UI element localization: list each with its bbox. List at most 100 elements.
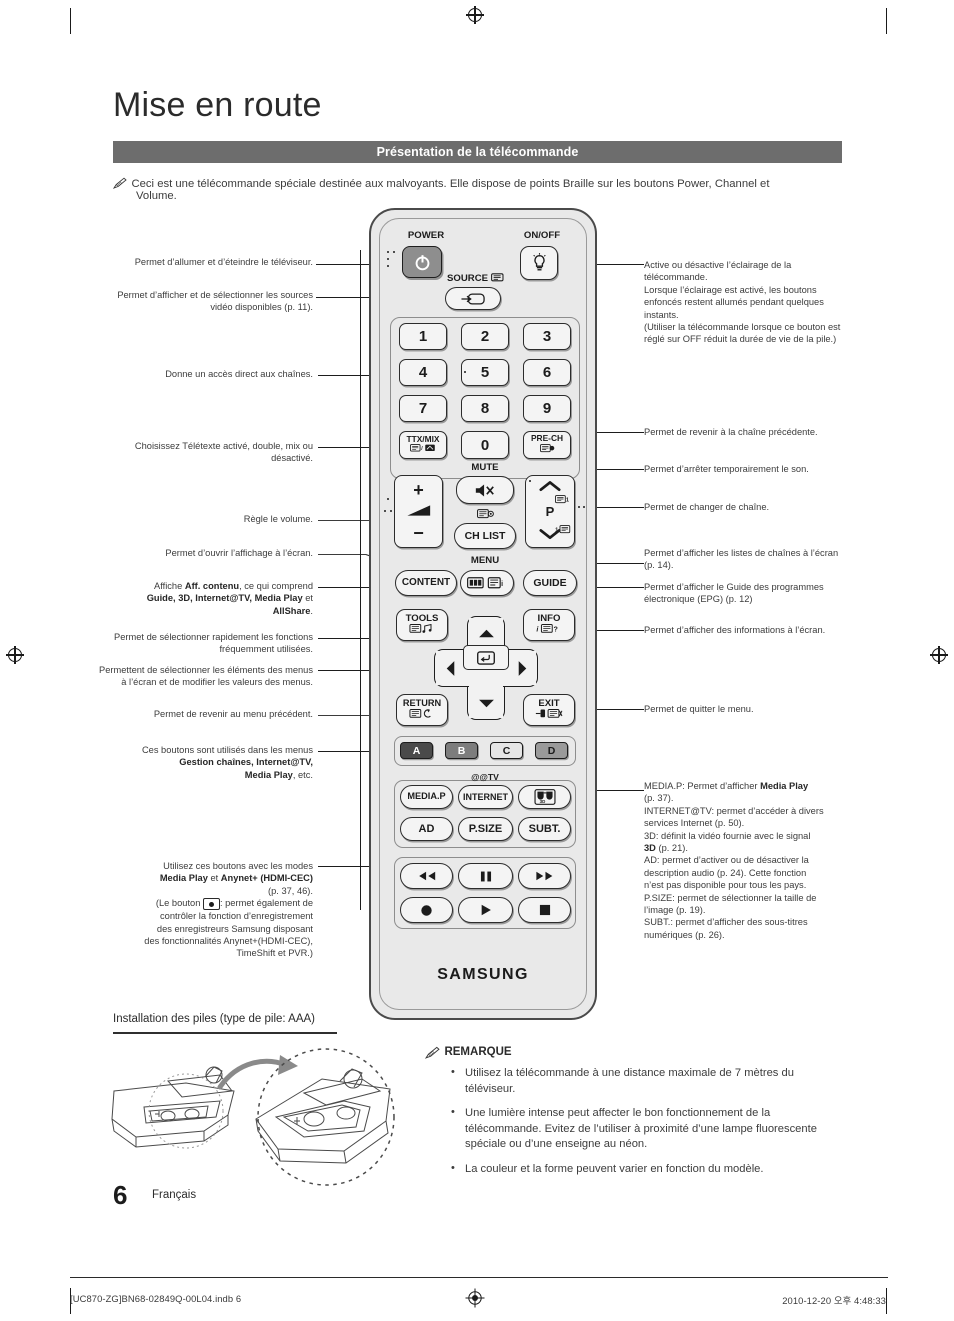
rewind-button[interactable] <box>400 863 453 889</box>
svg-text:?: ? <box>554 625 558 633</box>
rewind-icon <box>418 871 435 881</box>
guide-button[interactable]: GUIDE <box>523 570 577 596</box>
callout-content-g: . <box>310 605 313 616</box>
record-button[interactable] <box>400 897 453 923</box>
volume-up-label: + <box>413 480 424 500</box>
list-item: Une lumière intense peut affecter le bon… <box>447 1105 847 1153</box>
media-fn-8: n’est pas disponible pour tous les pays. <box>644 880 807 891</box>
key-7[interactable]: 7 <box>399 395 447 422</box>
leader-source <box>316 297 376 299</box>
stop-button[interactable] <box>518 897 571 923</box>
key-4[interactable]: 4 <box>399 359 447 386</box>
key-1[interactable]: 1 <box>399 323 447 350</box>
enter-button[interactable] <box>463 645 509 670</box>
teletext-icon: / <box>410 444 436 455</box>
intro-note-text-line2: Volume. <box>136 190 177 202</box>
samsung-brand-logo: SAMSUNG <box>437 966 529 983</box>
key-2[interactable]: 2 <box>461 323 509 350</box>
source-icon <box>461 292 485 305</box>
play-button[interactable] <box>458 897 513 923</box>
callout-color-buttons: Ces boutons sont utilisés dans les menus… <box>108 744 313 781</box>
exit-button[interactable]: EXIT <box>523 694 575 726</box>
key-9[interactable]: 9 <box>523 395 571 422</box>
callout-media-a: Utilisez ces boutons avec les modes <box>163 861 313 871</box>
callout-mute: Permet d’arrêter temporairement le son. <box>644 464 809 474</box>
record-button-glyph <box>202 898 220 911</box>
callout-chlist: Permet d’afficher les listes de chaînes … <box>644 548 839 571</box>
registration-mark-top <box>466 6 484 24</box>
callout-media-d: Anynet+ (HDMI-CEC) <box>220 873 313 884</box>
volume-rocker[interactable]: + − <box>394 475 443 548</box>
nav-left-button[interactable] <box>439 649 461 687</box>
callout-content-b: Aff. contenu <box>184 581 240 591</box>
return-button[interactable]: RETURN <box>396 694 448 726</box>
callout-ttxmix: Choisissez Télétexte activé, double, mix… <box>108 440 313 465</box>
callout-content-d: Guide, 3D, Internet@TV, Media Play <box>146 593 303 604</box>
callout-media-b: Media Play <box>159 873 208 884</box>
callout-tools-text: Permet de sélectionner rapidement les fo… <box>114 632 313 655</box>
source-label-text: SOURCE <box>447 273 489 284</box>
p-size-button[interactable]: P.SIZE <box>458 817 513 841</box>
callout-power: Permet d’allumer et d’éteindre le télévi… <box>113 256 313 268</box>
media-fn-10: l’image (p. 19). <box>644 905 706 916</box>
callout-content-c: , ce qui comprend <box>239 581 313 591</box>
color-button-c[interactable]: C <box>490 742 523 759</box>
power-button[interactable] <box>402 246 442 278</box>
pre-ch-button[interactable]: PRE-CH <box>523 431 571 459</box>
key-6[interactable]: 6 <box>523 359 571 386</box>
callout-guide: Permet d’afficher le Guide des programme… <box>644 582 824 605</box>
remote-control: POWER ON/OFF SOURCE 1 2 3 4 5 6 7 8 9 TT… <box>369 208 597 1020</box>
source-button[interactable] <box>445 287 501 310</box>
mute-button[interactable] <box>456 476 514 504</box>
media-fn-11: SUBT.: permet d’afficher des sous-titres <box>644 917 808 928</box>
pause-button[interactable] <box>458 863 513 889</box>
color-button-b[interactable]: B <box>445 742 478 759</box>
key-5[interactable]: 5 <box>461 359 509 386</box>
svg-text:3D: 3D <box>539 799 545 804</box>
key-3[interactable]: 3 <box>523 323 571 350</box>
media-fn-5-rest: (p. 21). <box>655 843 688 854</box>
media-p-button[interactable]: MEDIA.P <box>400 785 453 809</box>
page-number: 6 <box>113 1180 128 1210</box>
record-icon <box>421 904 432 916</box>
chlist-icon-label <box>450 509 520 522</box>
media-fn-6: AD: permet d’activer ou de désactiver la <box>644 855 809 866</box>
list-item: Utilisez la télécommande à une distance … <box>447 1065 847 1097</box>
remote-left-bracket-outer <box>360 250 362 910</box>
registration-mark-left <box>6 646 24 664</box>
power-label: POWER <box>407 230 445 241</box>
callout-content-f: AllShare <box>272 605 311 616</box>
media-fn-0-bold: Media Play <box>760 781 809 791</box>
battery-section-title: Installation des piles (type de pile: AA… <box>113 1013 316 1025</box>
triangle-left-icon <box>446 660 454 676</box>
stop-icon <box>539 904 550 916</box>
ad-button[interactable]: AD <box>400 817 453 841</box>
content-button[interactable]: CONTENT <box>395 570 457 596</box>
color-button-d[interactable]: D <box>535 742 568 759</box>
callout-onoff: Active ou désactive l’éclairage de la té… <box>644 260 841 345</box>
remarque-bullets: Utilisez la télécommande à une distance … <box>447 1065 847 1187</box>
media-fn-12: numériques (p. 26). <box>644 929 725 940</box>
3d-button[interactable]: 3D <box>518 785 571 809</box>
nav-up-button[interactable] <box>467 622 505 644</box>
media-fn-4: 3D: définit la vidéo fournie avec le sig… <box>644 830 811 841</box>
fast-forward-button[interactable] <box>518 863 571 889</box>
ttx-mix-button[interactable]: TTX/MIX / <box>399 431 447 459</box>
ch-list-button[interactable]: CH LIST <box>454 523 516 549</box>
light-onoff-button[interactable] <box>520 246 558 280</box>
callout-menu-text: Permet d’ouvrir l’affichage à l’écran. <box>165 548 313 558</box>
color-button-a[interactable]: A <box>400 742 433 759</box>
list-item: La couleur et la forme peuvent varier en… <box>447 1161 847 1178</box>
subt-button[interactable]: SUBT. <box>518 817 571 841</box>
callout-content-a: Affiche <box>154 581 185 591</box>
manual-page: Mise en route Présentation de la télécom… <box>0 0 954 1321</box>
nav-down-button[interactable] <box>467 692 505 714</box>
key-8[interactable]: 8 <box>461 395 509 422</box>
menu-button[interactable]: i <box>460 570 514 596</box>
key-0[interactable]: 0 <box>461 431 509 459</box>
battery-diagram <box>108 1045 418 1190</box>
internet-button[interactable]: INTERNET <box>458 785 513 809</box>
nav-right-button[interactable] <box>511 649 533 687</box>
callout-numbers-text: Donne un accès direct aux chaînes. <box>165 369 313 379</box>
callout-ttxmix-text: Choisissez Télétexte activé, double, mix… <box>134 441 313 464</box>
